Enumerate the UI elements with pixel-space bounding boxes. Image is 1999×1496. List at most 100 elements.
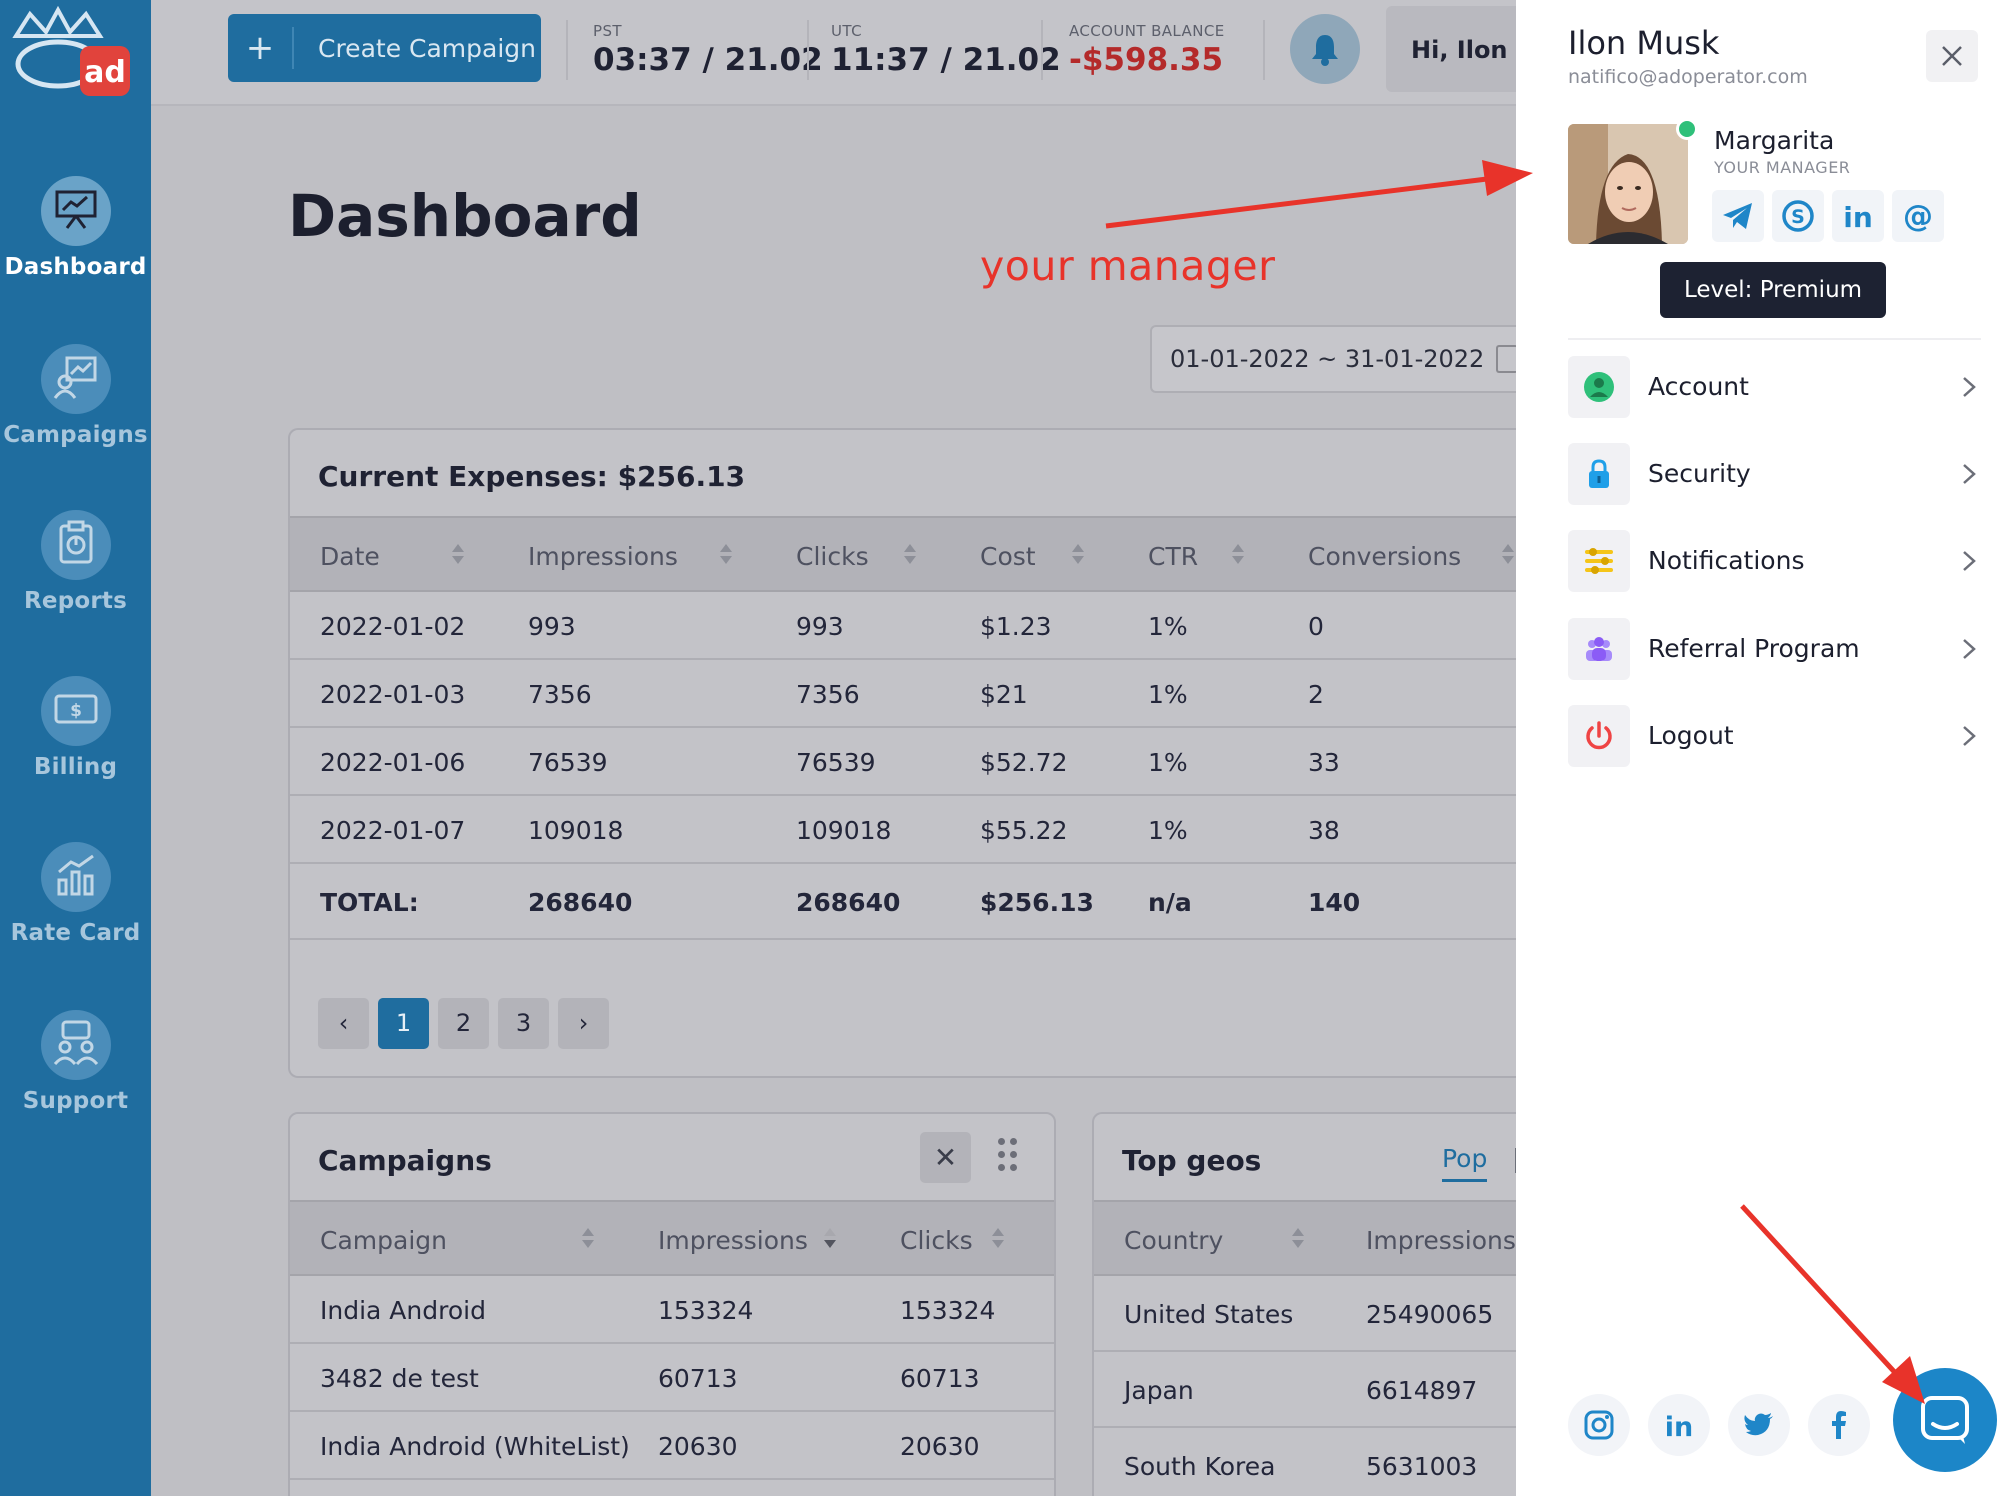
sort-icon[interactable] — [1072, 543, 1084, 567]
profile-user-name: Ilon Musk — [1568, 24, 1720, 62]
menu-item-label: Notifications — [1648, 546, 1805, 575]
twitter-link[interactable] — [1728, 1394, 1790, 1456]
sort-icon[interactable] — [582, 1227, 594, 1251]
sort-desc-icon[interactable] — [824, 1227, 836, 1251]
sidebar-item-support[interactable]: Support — [0, 1010, 151, 1130]
column-header-impressions[interactable]: Impressions — [658, 1226, 808, 1255]
cell-conversions: 0 — [1308, 612, 1324, 641]
table-row: India Android (WhiteList) 20630 20630 — [290, 1412, 1054, 1480]
cell-cost: $55.22 — [980, 816, 1068, 845]
campaigns-title: Campaigns — [318, 1144, 492, 1177]
notifications-bell-button[interactable] — [1290, 14, 1360, 84]
page-button-1[interactable]: 1 — [378, 998, 429, 1049]
campaigns-table-header: Campaign Impressions Clicks — [290, 1200, 1054, 1276]
page-button-3[interactable]: 3 — [498, 998, 549, 1049]
telegram-contact-button[interactable] — [1712, 190, 1764, 242]
utc-time: UTC 11:37 / 21.02 — [831, 22, 1061, 78]
close-panel-button[interactable] — [1926, 30, 1978, 82]
sort-icon[interactable] — [452, 543, 464, 567]
column-header-clicks[interactable]: Clicks — [900, 1226, 973, 1255]
brand-logo[interactable]: ad — [8, 6, 130, 98]
manager-avatar — [1568, 124, 1688, 244]
column-header-date[interactable]: Date — [320, 542, 380, 571]
column-header-impressions[interactable]: Impressions — [1366, 1226, 1516, 1255]
column-header-ctr[interactable]: CTR — [1148, 542, 1198, 571]
sort-icon[interactable] — [992, 1227, 1004, 1251]
tab-pop[interactable]: Pop — [1442, 1144, 1488, 1182]
close-widget-button[interactable]: ✕ — [920, 1132, 971, 1183]
total-label: TOTAL: — [320, 888, 419, 917]
sidebar-item-billing[interactable]: $ Billing — [0, 676, 151, 796]
sort-icon[interactable] — [1502, 543, 1514, 567]
menu-item-notifications[interactable]: Notifications — [1568, 530, 1981, 592]
plus-icon: + — [228, 27, 294, 69]
cell-clicks: 993 — [796, 612, 844, 641]
column-header-conversions[interactable]: Conversions — [1308, 542, 1461, 571]
sort-icon[interactable] — [1232, 543, 1244, 567]
page-button-2[interactable]: 2 — [438, 998, 489, 1049]
next-page-button[interactable]: › — [558, 998, 609, 1049]
annotation-label: your manager — [980, 242, 1276, 290]
cell-impressions: 109018 — [528, 816, 624, 845]
column-header-impressions[interactable]: Impressions — [528, 542, 678, 571]
user-greeting-button[interactable]: Hi, Ilon Musk — [1386, 6, 1516, 92]
facebook-link[interactable] — [1808, 1394, 1870, 1456]
sort-icon[interactable] — [1292, 1227, 1304, 1251]
cell-country: Japan — [1124, 1376, 1194, 1405]
column-header-cost[interactable]: Cost — [980, 542, 1036, 571]
chevron-right-icon — [1963, 464, 1976, 484]
menu-item-account[interactable]: Account — [1568, 356, 1981, 418]
svg-text:@: @ — [1903, 199, 1933, 234]
column-header-country[interactable]: Country — [1124, 1226, 1223, 1255]
column-header-campaign[interactable]: Campaign — [320, 1226, 447, 1255]
create-campaign-button[interactable]: + Create Campaign — [228, 14, 541, 82]
table-row: 3482 de test 60713 60713 — [290, 1344, 1054, 1412]
sidebar-item-reports[interactable]: Reports — [0, 510, 151, 630]
prev-page-button[interactable]: ‹ — [318, 998, 369, 1049]
lock-icon — [1568, 443, 1630, 505]
divider — [807, 20, 809, 80]
campaign-chart-icon — [40, 344, 111, 414]
cell-ctr: 1% — [1148, 680, 1188, 709]
sort-icon[interactable] — [720, 543, 732, 567]
linkedin-contact-button[interactable]: in — [1832, 190, 1884, 242]
date-range-picker[interactable]: 01-01-2022 ~ 31-01-2022 — [1150, 325, 1518, 393]
column-header-clicks[interactable]: Clicks — [796, 542, 869, 571]
sidebar-item-label: Support — [22, 1088, 129, 1114]
email-contact-button[interactable]: @ — [1892, 190, 1944, 242]
instagram-link[interactable] — [1568, 1394, 1630, 1456]
cell-date: 2022-01-07 — [320, 816, 466, 845]
cell-conversions: 33 — [1308, 748, 1340, 777]
menu-item-security[interactable]: Security — [1568, 443, 1981, 505]
sidebar-item-rate-card[interactable]: Rate Card — [0, 842, 151, 962]
svg-text:ad: ad — [84, 55, 126, 90]
drag-handle-icon[interactable] — [998, 1138, 1018, 1172]
cell-campaign[interactable]: India Android (WhiteList) — [320, 1432, 630, 1461]
chat-launcher-button[interactable] — [1893, 1368, 1997, 1472]
campaigns-card: Campaigns ✕ Campaign Impressions Clicks … — [288, 1112, 1056, 1496]
table-row: South Korea 5631003 — [1094, 1428, 1532, 1496]
table-row: 2022-01-03 7356 7356 $21 1% 2 — [290, 660, 1528, 728]
cell-clicks: 76539 — [796, 748, 876, 777]
utc-value: 11:37 / 21.02 — [831, 42, 1061, 78]
top-geos-card: Top geos Pop | Country Impressions Unite… — [1092, 1112, 1532, 1496]
cell-campaign[interactable]: India Android — [320, 1296, 486, 1325]
divider — [1568, 338, 1981, 340]
sidebar-item-campaigns[interactable]: Campaigns — [0, 344, 151, 464]
divider — [566, 20, 568, 80]
top-bar: + Create Campaign PST 03:37 / 21.02 UTC … — [151, 0, 1516, 106]
menu-item-logout[interactable]: Logout — [1568, 705, 1981, 767]
cell-campaign[interactable]: 3482 de test — [320, 1364, 479, 1393]
sort-icon[interactable] — [904, 543, 916, 567]
skype-contact-button[interactable]: S — [1772, 190, 1824, 242]
cell-impressions: 153324 — [658, 1296, 754, 1325]
menu-item-referral-program[interactable]: Referral Program — [1568, 618, 1981, 680]
expenses-card: Current Expenses: $256.13 Date Impressio… — [288, 428, 1528, 1078]
total-cost: $256.13 — [980, 888, 1094, 917]
sidebar-item-dashboard[interactable]: Dashboard — [0, 176, 151, 296]
chevron-right-icon — [1963, 551, 1976, 571]
linkedin-link[interactable]: in — [1648, 1394, 1710, 1456]
cell-clicks: 60713 — [900, 1364, 980, 1393]
rate-bar-chart-icon — [40, 842, 111, 912]
twitter-icon — [1744, 1413, 1773, 1436]
